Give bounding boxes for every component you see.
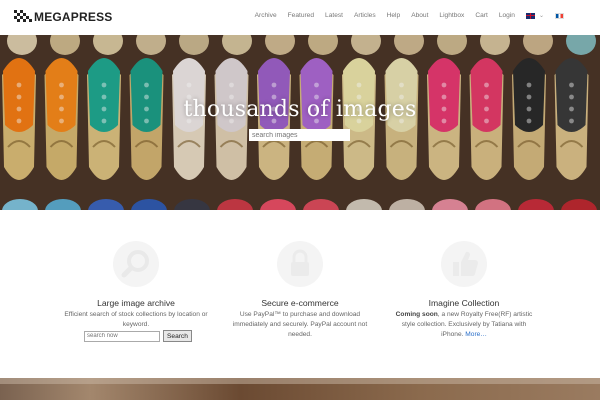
more-link[interactable]: More…	[465, 331, 487, 338]
nav-lightbox[interactable]: Lightbox	[439, 12, 464, 19]
nav-cart[interactable]: Cart	[475, 12, 487, 19]
hero-banner: thousands of images	[0, 35, 600, 210]
french-flag-icon[interactable]	[555, 12, 564, 19]
feature-title: Imagine Collection	[428, 298, 500, 308]
nav-help[interactable]: Help	[387, 12, 401, 19]
coming-soon-label: Coming soon	[395, 311, 438, 318]
nav-login[interactable]: Login	[499, 12, 515, 19]
nav-archive[interactable]: Archive	[255, 12, 277, 19]
logo-text: MEGAPRESS	[34, 10, 113, 24]
hero-search-input[interactable]	[249, 129, 350, 141]
features-section: Large image archive Efficient search of …	[0, 210, 600, 378]
main-nav: Archive Featured Latest Articles Help Ab…	[244, 12, 564, 19]
search-button[interactable]: Search	[163, 330, 192, 342]
feature-text: Use PayPal™ to purchase and download imm…	[232, 311, 368, 338]
feature-title: Large image archive	[97, 298, 175, 308]
nav-featured[interactable]: Featured	[288, 12, 314, 19]
nav-latest[interactable]: Latest	[325, 12, 343, 19]
hero-image	[0, 35, 600, 210]
site-logo[interactable]: MEGAPRESS	[14, 9, 112, 25]
lock-icon	[277, 241, 323, 287]
chevron-down-icon[interactable]: ⌄	[539, 12, 544, 19]
feature-text: Efficient search of stock collections by…	[64, 311, 208, 328]
archive-search-form: Search	[84, 330, 192, 342]
hero-title: thousands of images	[183, 97, 417, 122]
feature-title: Secure e-commerce	[261, 298, 339, 308]
nav-about[interactable]: About	[411, 12, 428, 19]
thumbs-up-icon	[441, 241, 487, 287]
site-header: MEGAPRESS Archive Featured Latest Articl…	[0, 0, 600, 35]
bottom-image	[0, 378, 600, 400]
feature-text: Coming soon, a new Royalty Free(RF) arti…	[394, 310, 534, 340]
bottom-image-strip	[0, 378, 600, 400]
english-flag-icon[interactable]	[525, 12, 535, 19]
search-icon	[113, 241, 159, 287]
nav-articles[interactable]: Articles	[354, 12, 376, 19]
logo-mark-icon	[14, 10, 32, 22]
archive-search-input[interactable]	[84, 330, 160, 342]
